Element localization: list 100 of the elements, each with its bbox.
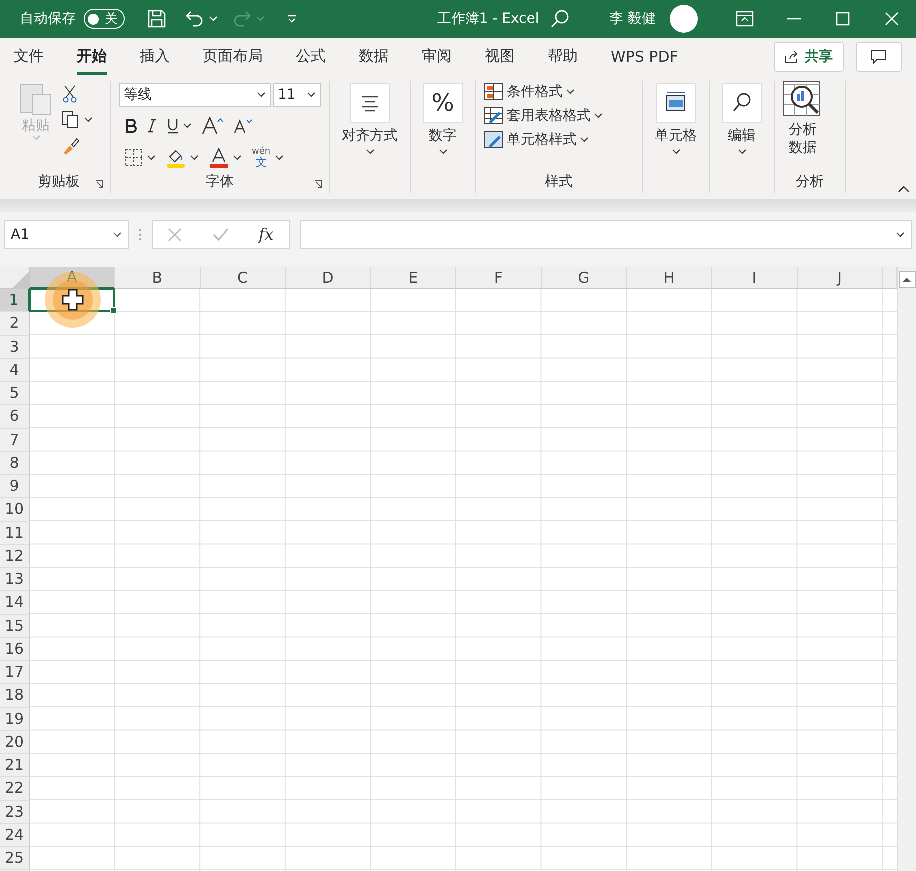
underline-icon[interactable] [167,118,179,134]
collapse-ribbon-icon[interactable] [898,185,910,193]
italic-icon[interactable] [147,119,157,133]
insert-function-button[interactable]: fx [258,225,274,244]
ribbon-tab[interactable]: 数据 [359,38,389,75]
row-header[interactable]: 25 [0,847,30,870]
column-header[interactable]: H [627,267,712,289]
scroll-up-button[interactable] [898,271,916,288]
ribbon-button[interactable]: % 数字 [419,81,467,157]
row-header[interactable]: 22 [0,777,30,800]
undo-icon[interactable] [185,10,205,28]
dialog-launcher-icon[interactable] [314,180,323,189]
search-icon[interactable] [550,9,570,29]
row-header[interactable]: 23 [0,800,30,824]
ribbon-tab[interactable]: 审阅 [422,38,452,75]
share-button[interactable]: 共享 [774,42,844,72]
row-header[interactable]: 18 [0,684,30,708]
bold-icon[interactable] [125,119,137,133]
ribbon-tab[interactable]: 视图 [485,38,515,75]
customize-toolbar-icon[interactable] [287,14,297,24]
user-avatar[interactable] [670,5,698,33]
ribbon-button[interactable]: 编辑 [718,81,766,157]
column-header[interactable]: C [200,267,286,289]
style-menu-button[interactable]: 套用表格格式 [484,107,603,125]
caret-icon [113,232,122,238]
ribbon-tab[interactable]: WPS PDF [611,38,678,75]
caret-icon [566,89,575,95]
ribbon-tab[interactable]: 文件 [14,38,44,75]
fill-color-icon[interactable] [166,148,186,168]
row-header[interactable]: 20 [0,730,30,754]
minimize-icon[interactable] [786,18,800,20]
autosave-toggle[interactable]: 关 [84,9,125,29]
column-header[interactable]: F [456,267,542,289]
formula-input[interactable] [300,220,912,249]
column-header[interactable]: G [542,267,628,289]
autosave-label: 自动保存 [20,10,76,28]
ribbon-display-icon[interactable] [736,11,754,27]
caret-icon [32,135,40,141]
caret-icon [594,113,603,119]
name-box[interactable]: A1 [4,220,129,249]
comments-button[interactable] [856,42,902,72]
caret-icon [190,155,199,161]
phonetic-guide-button[interactable]: wén 文 [252,148,271,168]
row-header[interactable]: 9 [0,475,30,498]
maximize-icon[interactable] [836,12,850,26]
column-header[interactable]: E [371,267,456,289]
row-header[interactable]: 21 [0,754,30,778]
row-header[interactable]: 13 [0,568,30,592]
group-label: 样式 [545,173,573,191]
column-header[interactable]: B [115,267,201,289]
row-header[interactable]: 19 [0,708,30,731]
analyze-data-button[interactable]: 分析数据 [783,81,823,171]
row-header[interactable]: 14 [0,591,30,614]
column-header[interactable]: J [798,267,883,289]
column-header[interactable]: D [286,267,372,289]
ribbon-tab[interactable]: 插入 [140,38,170,75]
close-icon[interactable] [884,12,898,26]
font-size-field[interactable]: 11 [273,83,321,107]
row-header[interactable]: 5 [0,382,30,406]
row-header[interactable]: 17 [0,661,30,684]
paintbrush-icon[interactable] [62,137,80,155]
shrink-font-icon[interactable] [234,118,254,134]
share-icon [785,50,799,64]
row-header[interactable]: 15 [0,614,30,638]
save-icon[interactable] [147,9,167,29]
ribbon-tab[interactable]: 页面布局 [203,38,263,75]
group-label: 剪贴板 [38,173,80,191]
ribbon-tab[interactable]: 公式 [296,38,326,75]
style-menu-button[interactable]: 单元格样式 [484,131,603,149]
row-header[interactable]: 24 [0,824,30,847]
column-header[interactable]: I [712,267,798,289]
group-label: 字体 [206,173,234,191]
row-header[interactable]: 11 [0,522,30,545]
cell-grid[interactable] [30,289,897,871]
row-header[interactable]: 1 [0,289,30,312]
row-header[interactable]: 10 [0,498,30,522]
row-header[interactable]: 3 [0,336,30,359]
scissors-icon[interactable] [62,85,78,103]
row-header[interactable]: 6 [0,405,30,428]
copy-icon[interactable] [62,111,80,129]
style-menu-button[interactable]: 条件格式 [484,83,603,101]
borders-icon[interactable] [125,149,143,167]
caret-icon [672,149,680,155]
ribbon-button[interactable]: 单元格 [651,81,701,157]
row-header[interactable]: 16 [0,638,30,661]
row-header[interactable]: 4 [0,358,30,382]
row-header[interactable]: 12 [0,544,30,568]
ribbon-tab[interactable]: 开始 [77,38,107,75]
ribbon-button[interactable]: 对齐方式 [338,81,402,157]
caret-icon [183,123,192,129]
expand-caret-icon [896,232,905,238]
row-header[interactable]: 2 [0,312,30,336]
font-name-field[interactable]: 等线 [119,83,271,107]
ribbon-tab[interactable]: 帮助 [548,38,578,75]
font-color-icon[interactable] [209,148,229,168]
dialog-launcher-icon[interactable] [95,180,104,189]
row-header[interactable]: 8 [0,452,30,475]
row-header[interactable]: 7 [0,428,30,452]
grow-font-icon[interactable] [202,117,224,135]
align-center-icon [360,94,380,112]
